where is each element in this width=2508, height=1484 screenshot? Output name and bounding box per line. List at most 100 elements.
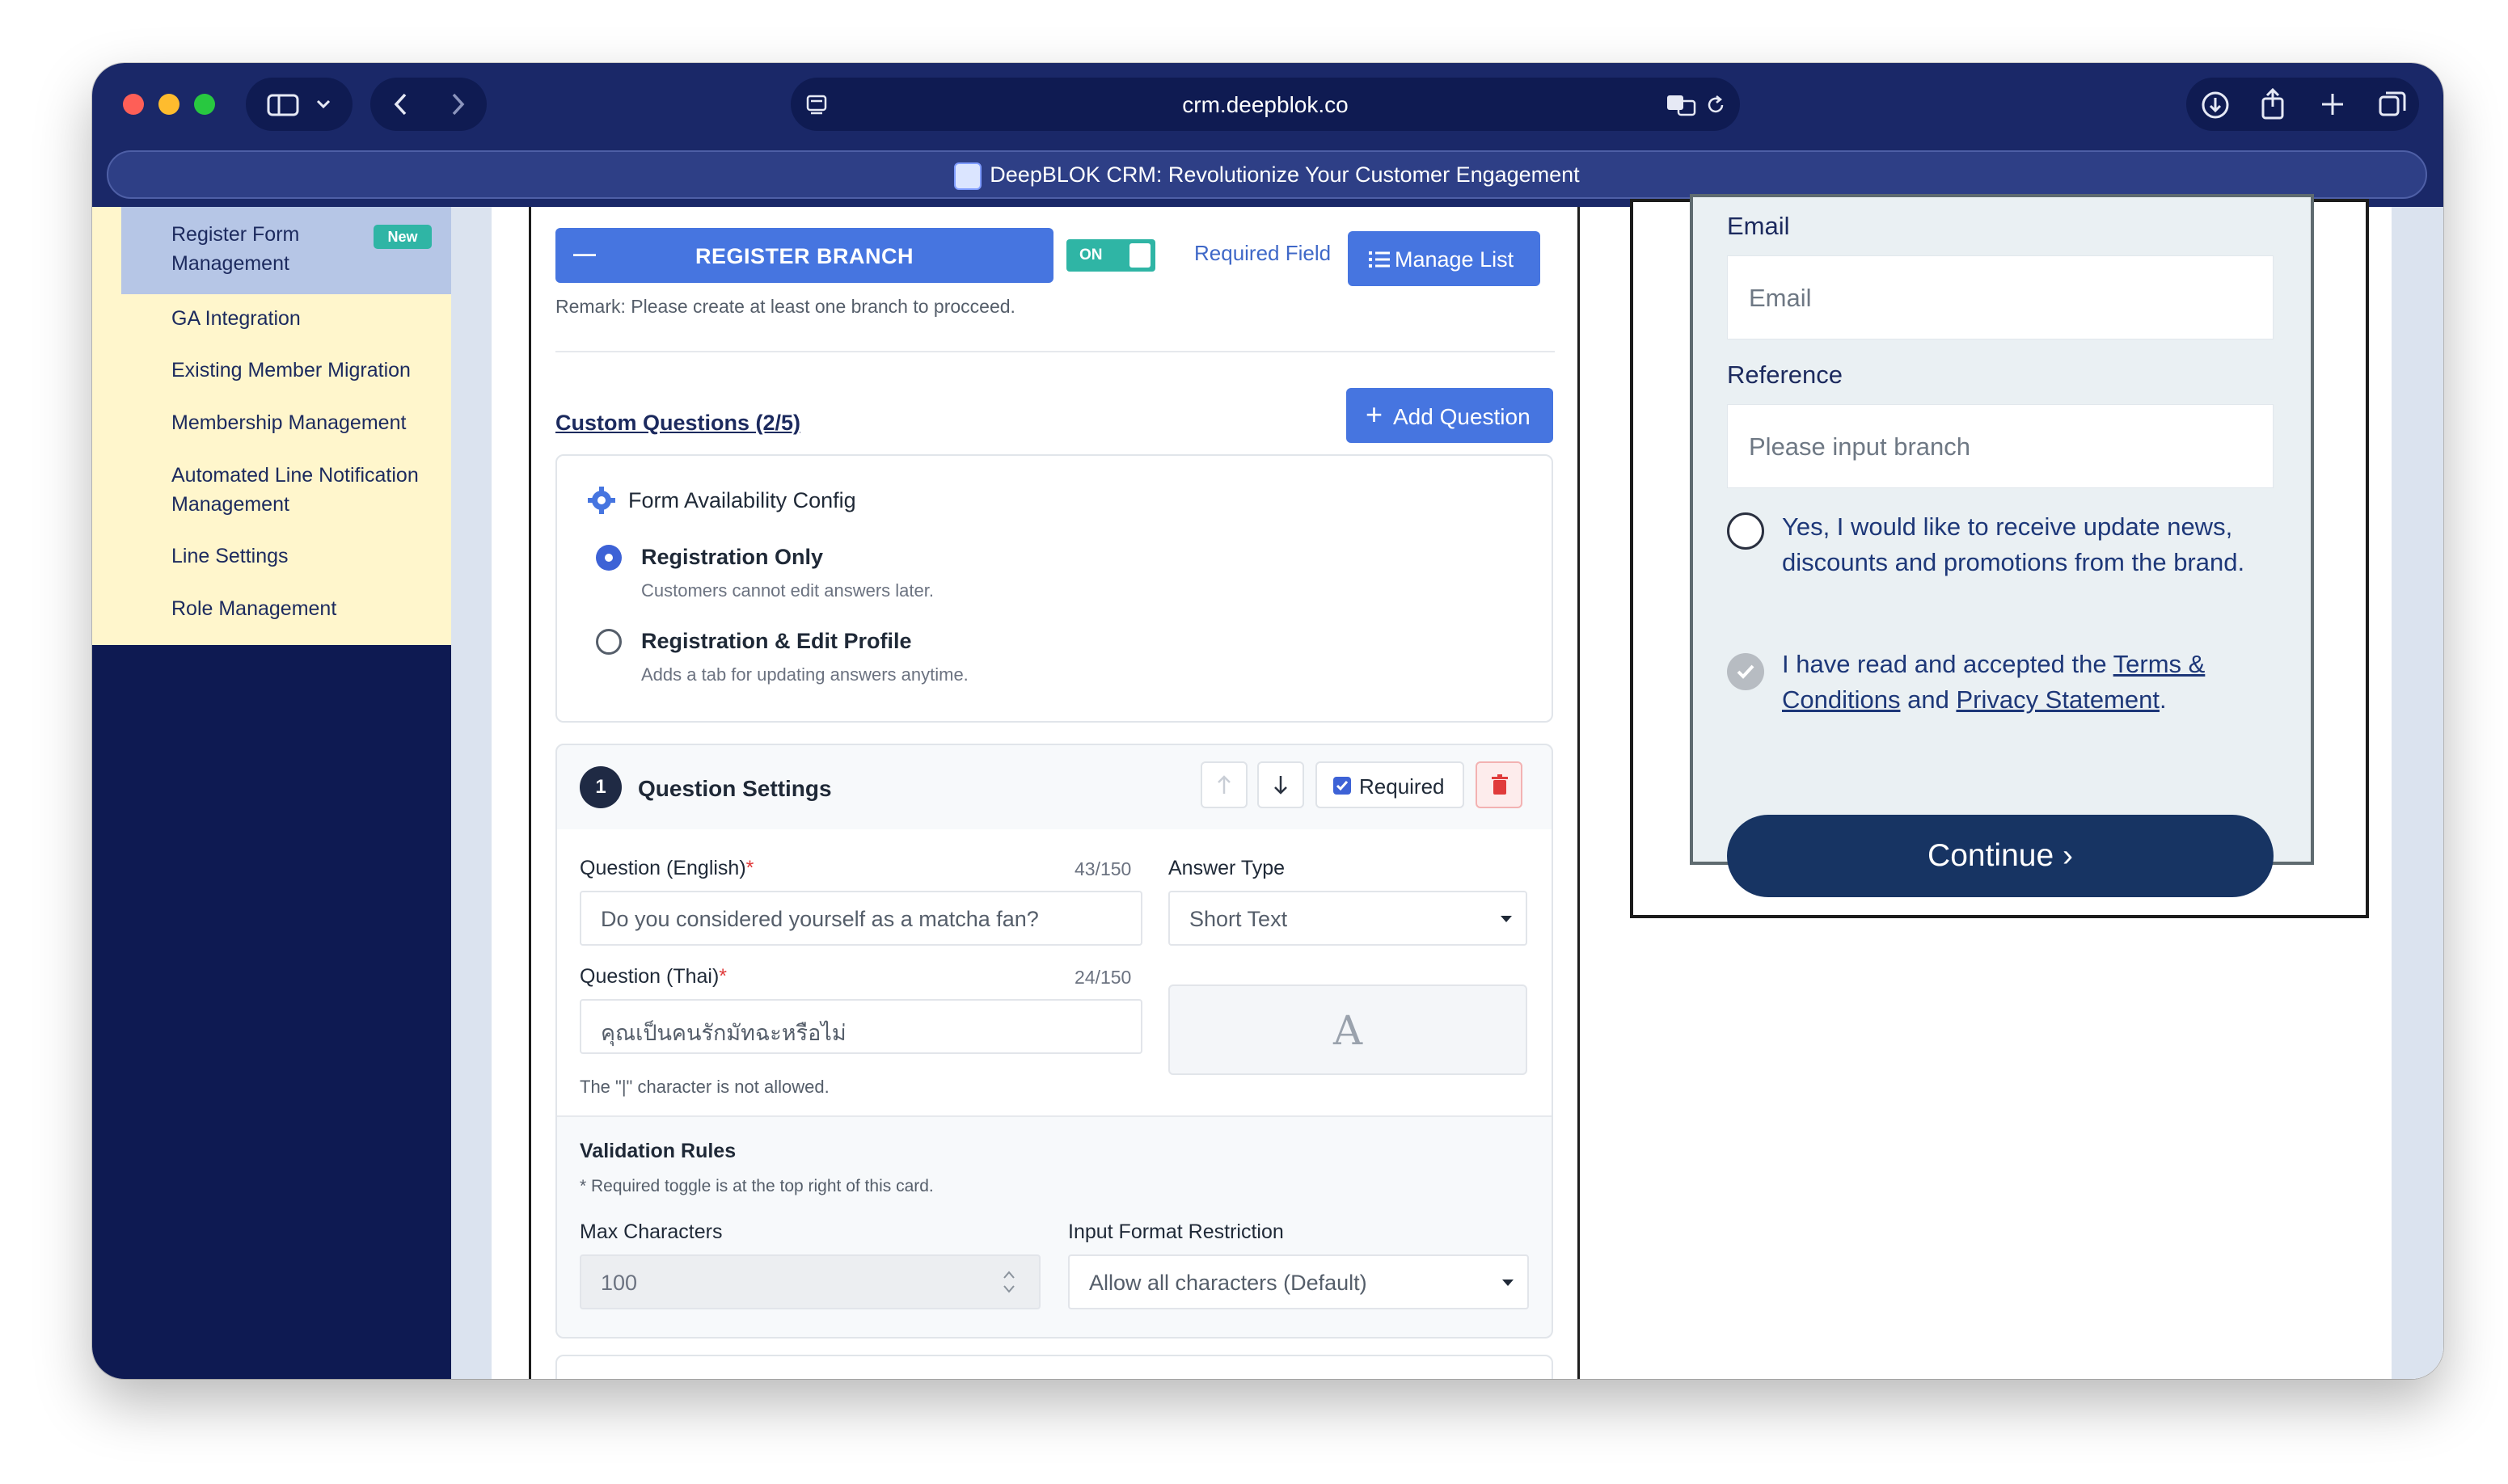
registration-edit-label[interactable]: Registration & Edit Profile <box>641 629 912 654</box>
sidebar-item-label: Role Management <box>171 597 337 620</box>
registration-only-radio[interactable] <box>596 545 622 571</box>
share-icon[interactable] <box>2259 87 2286 120</box>
validation-title: Validation Rules <box>580 1140 737 1162</box>
required-field-label: Required Field <box>1194 241 1332 265</box>
reload-icon[interactable] <box>1704 94 1727 116</box>
question-thai-input[interactable]: คุณเป็นคนรักมัทฉะหรือไม่ <box>580 999 1142 1054</box>
tab-title: DeepBLOK CRM: Revolutionize Your Custome… <box>990 162 1580 188</box>
required-field-toggle[interactable]: ON <box>1066 239 1155 272</box>
mobile-preview-screen: Email Email Reference Please input branc… <box>1690 194 2314 897</box>
email-label: Email <box>1727 212 1790 240</box>
question-english-label: Question (English)* <box>580 857 754 879</box>
email-input[interactable]: Email <box>1727 255 2274 339</box>
continue-button[interactable]: Continue › <box>1727 815 2274 897</box>
sidebar-item-automated-line-notification[interactable]: Automated Line Notification Management <box>171 461 422 519</box>
question-number-badge: 1 <box>580 766 622 808</box>
download-icon[interactable] <box>2201 91 2230 120</box>
caret-down-icon <box>1501 916 1512 922</box>
pipe-character-note: The "|" character is not allowed. <box>580 1077 830 1097</box>
custom-questions-title[interactable]: Custom Questions (2/5) <box>555 411 800 436</box>
translate-icon[interactable] <box>1666 94 1696 116</box>
manage-list-button[interactable]: Manage List <box>1348 231 1540 286</box>
input-format-select[interactable]: Allow all characters (Default) <box>1068 1254 1529 1309</box>
terms-checked-icon[interactable] <box>1727 653 1764 690</box>
address-bar[interactable]: crm.deepblok.co <box>791 78 1740 131</box>
validation-note: * Required toggle is at the top right of… <box>580 1177 934 1195</box>
plus-icon: + <box>1366 398 1383 431</box>
question-header: 1 Question Settings Required <box>557 745 1552 831</box>
sidebar-menu: Register Form Management New GA Integrat… <box>92 207 451 645</box>
move-up-button[interactable] <box>1201 761 1248 808</box>
sidebar-item-role-management[interactable]: Role Management <box>171 594 435 623</box>
sidebar-item-label: GA Integration <box>171 307 301 330</box>
zoom-window-button[interactable] <box>194 94 215 115</box>
sidebar-toggle-group[interactable] <box>246 78 353 131</box>
history-nav-group <box>370 78 487 131</box>
answer-type-select[interactable]: Short Text <box>1168 891 1527 946</box>
browser-window: crm.deepblok.co DeepBLOK CRM: Revolution… <box>92 63 2443 1379</box>
email-placeholder: Email <box>1749 284 1812 312</box>
sidebar-item-line-settings[interactable]: Line Settings <box>171 542 435 571</box>
answer-type-value: Short Text <box>1189 907 1288 931</box>
max-characters-input[interactable]: 100 <box>580 1254 1041 1309</box>
forward-arrow-icon[interactable] <box>448 92 467 116</box>
right-gutter <box>2392 207 2443 1379</box>
question-card: 1 Question Settings Required Question (E… <box>555 744 1553 1339</box>
register-branch-button[interactable]: — REGISTER BRANCH <box>555 228 1053 283</box>
news-consent-checkbox[interactable] <box>1727 512 1764 550</box>
content-gutter <box>451 207 492 1379</box>
question-actions: Required <box>1201 761 1540 808</box>
availability-title: Form Availability Config <box>628 488 856 512</box>
question-settings-title: Question Settings <box>638 776 832 801</box>
branch-remark: Remark: Please create at least one branc… <box>555 296 1015 317</box>
sidebar-item-register-form-management[interactable]: Register Form Management New <box>121 207 451 294</box>
minimize-window-button[interactable] <box>158 94 179 115</box>
max-characters-value: 100 <box>601 1271 638 1295</box>
question-english-input[interactable]: Do you considered yourself as a matcha f… <box>580 891 1142 946</box>
new-tab-icon[interactable] <box>2319 91 2346 118</box>
sidebar-item-membership-management[interactable]: Membership Management <box>171 408 435 437</box>
checkbox-checked-icon <box>1333 777 1351 795</box>
close-window-button[interactable] <box>123 94 144 115</box>
reference-input[interactable]: Please input branch <box>1727 404 2274 488</box>
privacy-link[interactable]: Privacy Statement <box>1956 685 2160 714</box>
sidebar-item-label: Membership Management <box>171 411 407 434</box>
tab-overview-icon[interactable] <box>2377 89 2408 120</box>
radio-dot <box>605 554 613 562</box>
question-english-count: 43/150 <box>1075 858 1132 879</box>
caret-down-icon <box>1502 1280 1514 1286</box>
move-down-button[interactable] <box>1257 761 1304 808</box>
sidebar-icon <box>267 94 299 116</box>
question-english-value: Do you considered yourself as a matcha f… <box>601 907 1039 931</box>
stepper-icon[interactable] <box>1002 1269 1016 1295</box>
sidebar-item-ga-integration[interactable]: GA Integration <box>171 304 435 333</box>
list-icon <box>1369 251 1390 268</box>
browser-tab[interactable]: DeepBLOK CRM: Revolutionize Your Custome… <box>107 150 2427 199</box>
registration-only-label[interactable]: Registration Only <box>641 545 823 570</box>
sidebar-item-label: Line Settings <box>171 545 289 567</box>
browser-toolbar: crm.deepblok.co DeepBLOK CRM: Revolution… <box>92 63 2443 207</box>
arrow-up-icon <box>1218 775 1231 794</box>
required-checkbox-button[interactable]: Required <box>1315 761 1464 808</box>
deepblok-favicon-icon <box>954 162 982 190</box>
trash-icon <box>1492 774 1508 795</box>
back-arrow-icon[interactable] <box>391 92 411 116</box>
short-text-icon: A <box>1332 1007 1363 1054</box>
form-editor: — REGISTER BRANCH ON Required Field Mana… <box>529 207 1580 1379</box>
registration-edit-desc: Adds a tab for updating answers anytime. <box>641 664 969 685</box>
sidebar-item-label: Automated Line Notification Management <box>171 464 419 516</box>
sidebar-item-existing-member-migration[interactable]: Existing Member Migration <box>171 356 435 385</box>
registration-edit-radio[interactable] <box>596 629 622 655</box>
next-card-edge <box>555 1355 1553 1379</box>
reference-label: Reference <box>1727 360 1843 389</box>
mobile-preview-frame: Email Email Reference Please input branc… <box>1630 194 2369 918</box>
delete-question-button[interactable] <box>1476 761 1522 808</box>
sidebar-item-label: Existing Member Migration <box>171 359 411 382</box>
registration-only-desc: Customers cannot edit answers later. <box>641 580 934 601</box>
add-question-button[interactable]: + Add Question <box>1346 388 1553 443</box>
toggle-knob <box>1129 243 1151 268</box>
input-format-label: Input Format Restriction <box>1068 1221 1284 1243</box>
arrow-down-icon <box>1274 776 1287 795</box>
actions-group <box>2186 78 2419 131</box>
chevron-down-icon <box>316 99 331 109</box>
